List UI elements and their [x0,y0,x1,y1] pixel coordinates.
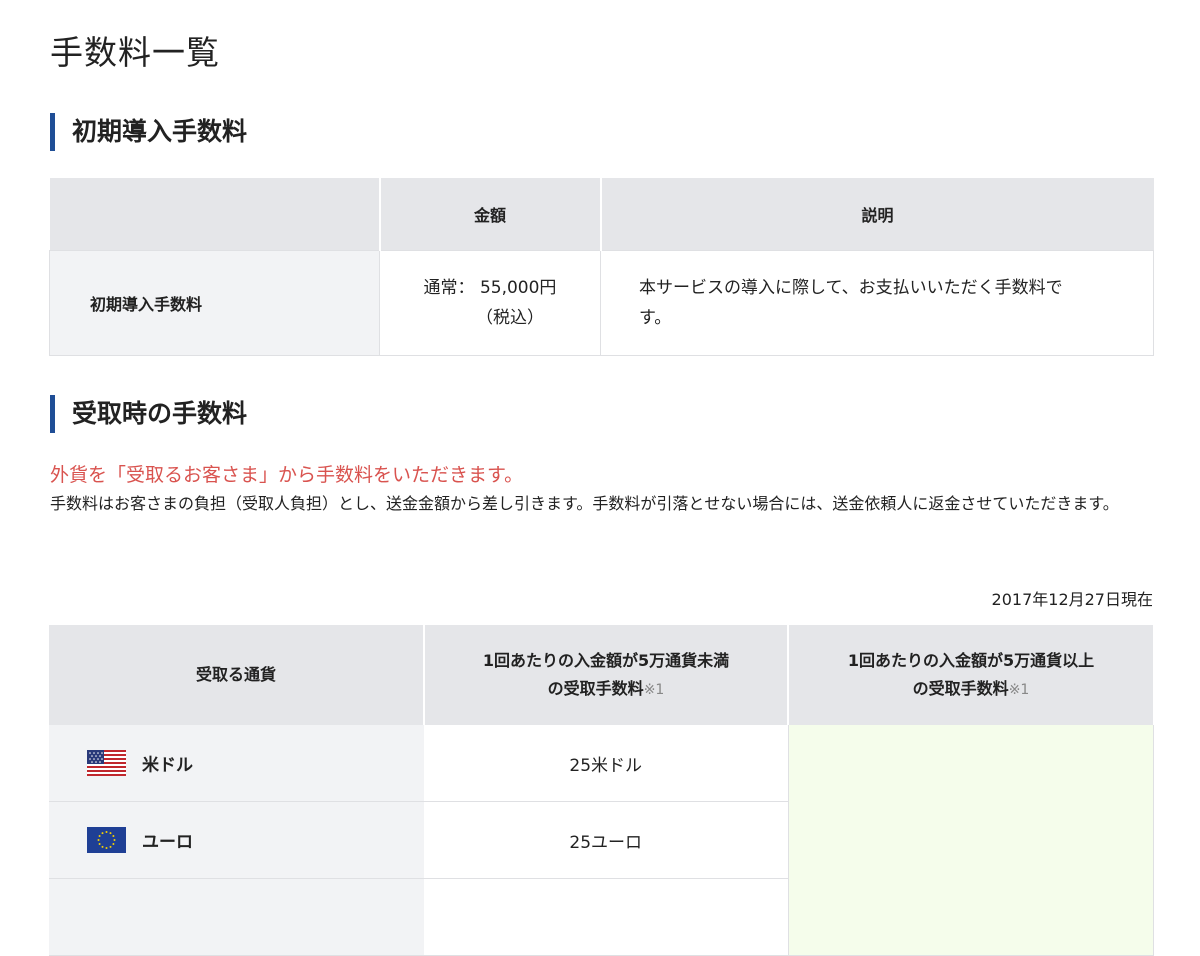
header-amount: 金額 [378,178,601,251]
header-empty [49,178,380,251]
header-description: 説明 [599,178,1154,251]
fee-over-50k-cell [787,725,1154,956]
footnote-mark: ※1 [643,681,665,698]
initial-fee-row-label: 初期導入手数料 [49,250,380,356]
initial-fee-description: 本サービスの導入に際して、お支払いいただく手数料です。 [600,250,1154,356]
initial-fee-amount: 通常： 55,000円 （税込） [379,250,601,356]
header-fee-under-line2: の受取手数料 [547,678,644,698]
currency-cell-partial [49,878,424,956]
receive-fee-header-row: 受取る通貨 1回あたりの入金額が5万通貨未満 の受取手数料※1 1回あたりの入金… [49,625,1153,725]
header-fee-under-line1: 1回あたりの入金額が5万通貨未満 [482,650,730,670]
currency-cell-eur: ユーロ [49,801,424,879]
fee-under-eur: 25ユーロ [424,801,788,879]
header-fee-over-line2-wrap: の受取手数料※1 [789,675,1153,704]
fee-under-usd: 25米ドル [424,725,788,802]
receive-fee-table: 受取る通貨 1回あたりの入金額が5万通貨未満 の受取手数料※1 1回あたりの入金… [49,625,1154,956]
header-fee-over-line1: 1回あたりの入金額が5万通貨以上 [847,650,1095,670]
initial-fee-section-title: 初期導入手数料 [50,112,247,152]
as-of-date: 2017年12月27日現在 [991,590,1153,609]
fee-list-page: 手数料一覧 初期導入手数料 金額 説明 初期導入手数料 通常： 55,000円 … [0,0,1200,956]
header-fee-under-50k: 1回あたりの入金額が5万通貨未満 の受取手数料※1 [423,625,788,725]
initial-fee-header-row: 金額 説明 [49,178,1154,251]
receive-fee-notice: 外貨を「受取るお客さま」から手数料をいただきます。 [50,464,524,486]
initial-fee-tax-note: （税込） [476,308,544,328]
initial-fee-table: 金額 説明 初期導入手数料 通常： 55,000円 （税込） 本サービスの導入に… [49,178,1154,356]
table-row: 米ドル 25米ドル [49,725,1154,956]
currency-name: ユーロ [142,832,193,853]
currency-name: 米ドル [142,755,193,776]
receive-fee-section-title: 受取時の手数料 [50,394,247,434]
header-fee-over-50k: 1回あたりの入金額が5万通貨以上 の受取手数料※1 [787,625,1153,725]
receive-fee-explanation: 手数料はお客さまの負担（受取人負担）とし、送金金額から差し引きます。手数料が引落… [50,494,1119,513]
fee-under-partial [424,878,788,956]
initial-fee-amount-value: 通常： 55,000円 [423,278,557,298]
page-title: 手数料一覧 [50,33,220,72]
eu-flag-icon [87,827,126,853]
header-fee-under-line2-wrap: の受取手数料※1 [425,675,787,704]
currency-cell-usd: 米ドル [49,725,424,802]
us-flag-icon [87,750,126,776]
header-fee-over-line2: の受取手数料 [912,678,1009,698]
footnote-mark: ※1 [1008,681,1030,698]
header-currency: 受取る通貨 [49,625,424,725]
table-row: 初期導入手数料 通常： 55,000円 （税込） 本サービスの導入に際して、お支… [49,250,1154,356]
